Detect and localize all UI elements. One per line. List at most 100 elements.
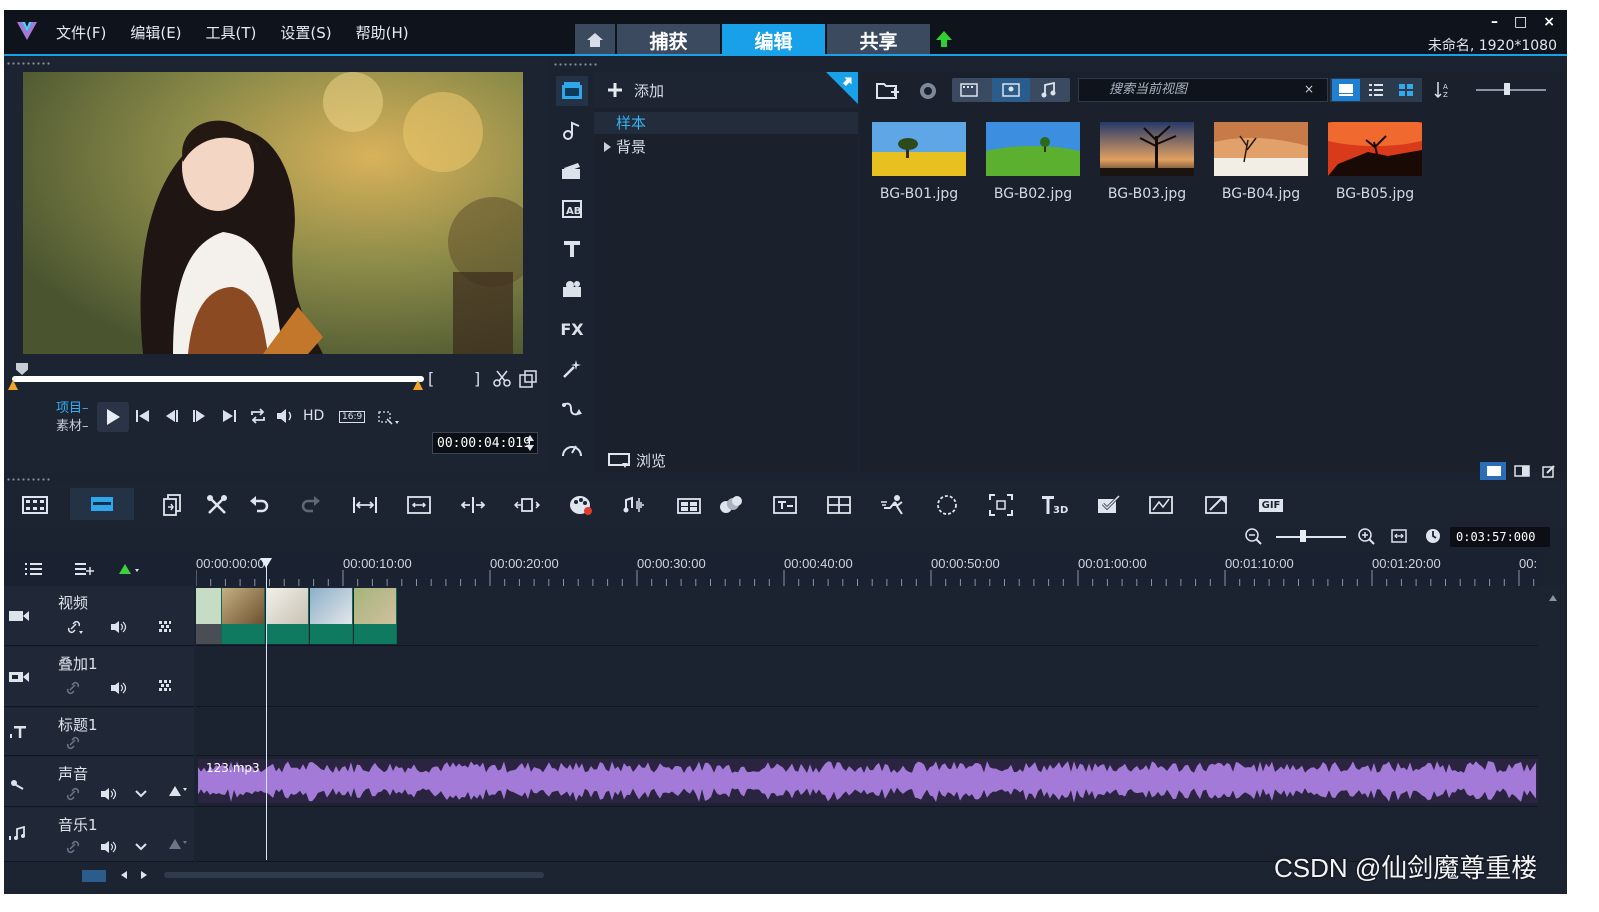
minimize-button[interactable]: – — [1491, 14, 1498, 30]
template-button[interactable] — [1094, 492, 1124, 518]
zoom-in-icon[interactable] — [1358, 528, 1376, 546]
preview-scrub-bar[interactable] — [12, 376, 424, 382]
video-clip[interactable] — [310, 588, 353, 644]
ripple-edit-icon[interactable] — [158, 679, 172, 693]
redo-button[interactable] — [296, 492, 326, 518]
timeline-ruler[interactable]: 00:00:00:00 00:00:10:00 00:00:20:00 00:0… — [196, 552, 1544, 586]
panel-grip[interactable] — [6, 62, 50, 65]
video-clip[interactable] — [354, 588, 397, 644]
text-title-icon[interactable] — [556, 234, 588, 264]
media-category-icon[interactable] — [556, 76, 588, 106]
undo-button[interactable] — [244, 492, 274, 518]
mark-out-button[interactable]: ] — [474, 369, 480, 388]
expand-track-icon[interactable] — [134, 842, 148, 852]
volume-icon[interactable] — [276, 408, 296, 424]
title-template-icon[interactable]: AB — [556, 194, 588, 224]
track-lane-overlay[interactable] — [196, 647, 1538, 707]
link-icon[interactable] — [66, 840, 80, 854]
sort-icon[interactable]: AZ — [1434, 81, 1450, 99]
play-button[interactable] — [97, 402, 129, 432]
menu-tools[interactable]: 工具(T) — [206, 22, 257, 43]
previous-frame-icon[interactable] — [164, 408, 180, 424]
tab-share[interactable]: 共享 — [827, 24, 930, 56]
next-frame-icon[interactable] — [191, 408, 207, 424]
track-manager-icon[interactable] — [24, 562, 44, 576]
thumbnail-item[interactable]: BG-B01.jpg — [863, 116, 975, 216]
link-icon[interactable] — [66, 681, 80, 695]
list-view-icon[interactable] — [1368, 83, 1384, 97]
track-header-title[interactable]: 标题1 — [4, 708, 194, 756]
timeline-horizontal-scrollbar[interactable] — [164, 872, 544, 878]
thumbnail-item[interactable]: BG-B03.jpg — [1091, 116, 1203, 216]
mask-creator-button[interactable] — [932, 492, 962, 518]
ripple-edit-icon[interactable] — [158, 620, 172, 634]
timeline-playhead[interactable] — [266, 562, 267, 860]
thumbnail-size-handle[interactable] — [1504, 83, 1510, 95]
menu-file[interactable]: 文件(F) — [56, 22, 106, 43]
timeline-view-button[interactable] — [70, 488, 134, 520]
subtitle-editor-button[interactable] — [770, 492, 800, 518]
track-height-icon[interactable] — [117, 562, 141, 576]
mark-in-button[interactable]: [ — [428, 369, 434, 388]
menu-edit[interactable]: 编辑(E) — [130, 22, 181, 43]
add-folder-button[interactable]: 添加 — [594, 72, 858, 108]
instant-project-icon[interactable] — [556, 116, 588, 146]
track-header-overlay[interactable]: 叠加1 — [4, 647, 194, 707]
scroll-left-icon[interactable] — [120, 870, 128, 880]
options-panel-icon[interactable] — [1514, 465, 1530, 477]
mute-volume-icon[interactable] — [100, 840, 118, 854]
show-video-icon[interactable] — [960, 83, 978, 97]
project-mode-label[interactable]: 项目– — [56, 397, 89, 416]
tree-item-sample[interactable]: 样本 — [594, 112, 858, 134]
stretch-button[interactable] — [512, 492, 542, 518]
project-duration-timecode[interactable]: 0:03:57:000 — [1450, 527, 1550, 547]
timecode-spinner-icon[interactable] — [525, 433, 535, 453]
enlarge-preview-icon[interactable] — [519, 370, 537, 388]
track-lane-title[interactable] — [196, 708, 1538, 756]
auto-music-button[interactable] — [1202, 492, 1232, 518]
timeline-zoom-slider[interactable] — [1276, 536, 1346, 538]
highlight-reel-button[interactable] — [1146, 492, 1176, 518]
timeline-grip[interactable] — [6, 478, 50, 481]
edit-icon[interactable] — [1542, 464, 1556, 478]
go-to-end-icon[interactable] — [221, 408, 237, 424]
batch-convert-button[interactable] — [158, 492, 188, 518]
color-correction-button[interactable] — [566, 492, 596, 518]
audio-mixer-button[interactable] — [620, 492, 650, 518]
track-header-video[interactable]: 视频 — [4, 586, 194, 646]
mute-volume-icon[interactable] — [110, 681, 128, 695]
track-header-voice[interactable]: 声音 — [4, 757, 194, 807]
split-scissors-icon[interactable] — [492, 370, 512, 388]
thumbnail-item[interactable]: BG-B05.jpg — [1319, 116, 1431, 216]
multicam-button[interactable] — [674, 492, 704, 518]
link-icon[interactable] — [66, 620, 84, 634]
clip-mode-label[interactable]: 素材– — [56, 415, 89, 434]
scroll-up-icon[interactable] — [1548, 594, 1558, 602]
thumbnail-size-slider[interactable] — [1476, 89, 1546, 91]
transition-category-icon[interactable] — [556, 156, 588, 186]
track-zoom-indicator[interactable] — [82, 870, 106, 882]
menu-help[interactable]: 帮助(H) — [356, 22, 409, 43]
fx-filter-icon[interactable]: FX — [556, 314, 588, 344]
scroll-right-icon[interactable] — [140, 870, 148, 880]
gif-creator-button[interactable]: GIF — [1256, 492, 1286, 518]
tab-edit[interactable]: 编辑 — [722, 24, 825, 56]
video-clip[interactable] — [266, 588, 309, 644]
link-icon[interactable] — [66, 787, 80, 801]
tools-button[interactable] — [202, 492, 232, 518]
auto-volume-icon[interactable] — [168, 838, 188, 850]
speed-gauge-icon[interactable] — [556, 434, 588, 464]
track-header-music[interactable]: 音乐1 — [4, 808, 194, 862]
thumbnail-item[interactable]: BG-B02.jpg — [977, 116, 1089, 216]
storyboard-view-button[interactable] — [20, 492, 50, 518]
thumbnail-item[interactable]: BG-B04.jpg — [1205, 116, 1317, 216]
tab-capture[interactable]: 捕获 — [617, 24, 720, 56]
grid-view-icon[interactable] — [1398, 83, 1414, 97]
browse-button[interactable]: 浏览 — [608, 450, 666, 471]
audio-clip[interactable]: 123.mp3 — [198, 759, 1538, 803]
add-track-icon[interactable] — [74, 562, 94, 576]
fit-project-button[interactable] — [350, 492, 380, 518]
timeline-zoom-handle[interactable] — [1300, 530, 1306, 542]
crop-dropdown-icon[interactable] — [377, 410, 401, 426]
screen-capture-button[interactable] — [986, 492, 1016, 518]
